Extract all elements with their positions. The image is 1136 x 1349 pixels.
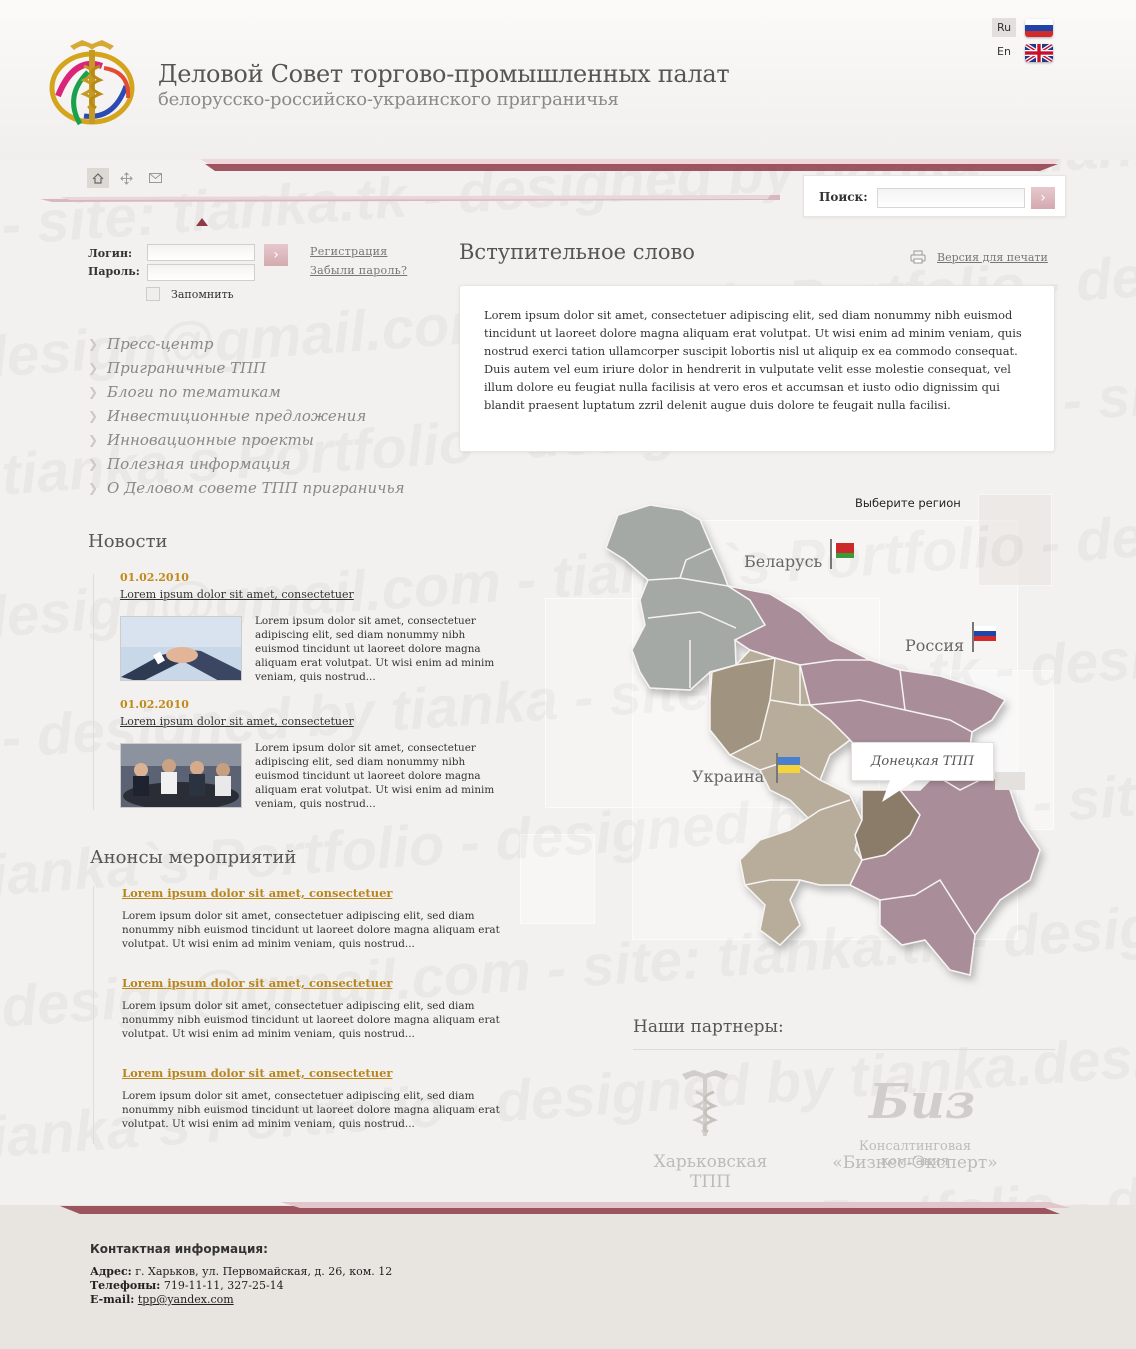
chevron-right-icon: ❯ xyxy=(88,433,99,447)
chevron-right-icon: ❯ xyxy=(88,409,99,423)
search-input[interactable] xyxy=(877,188,1025,208)
password-label: Пароль: xyxy=(88,265,140,278)
news-divider xyxy=(93,574,94,810)
partners-divider xyxy=(633,1049,1055,1050)
home-icon[interactable] xyxy=(87,168,109,188)
uk-flag-icon[interactable] xyxy=(1025,44,1053,62)
chevron-right-icon: ❯ xyxy=(88,457,99,471)
region-tooltip[interactable]: Донецкая ТПП xyxy=(851,742,994,781)
login-toggle-icon[interactable] xyxy=(196,218,208,226)
mail-icon[interactable] xyxy=(144,168,166,188)
menu-item-innovation[interactable]: ❯ Инновационные проекты xyxy=(88,428,405,452)
country-label-russia[interactable]: Россия xyxy=(905,636,964,655)
news-heading: Новости xyxy=(88,531,168,552)
print-version-link[interactable]: Версия для печати xyxy=(937,251,1048,264)
news-title-link[interactable]: Lorem ipsum dolor sit amet, consectetuer xyxy=(120,588,354,601)
side-menu: ❯ Пресс-центр ❯ Приграничные ТПП ❯ Блоги по… xyxy=(88,332,405,500)
chamber-logo[interactable] xyxy=(44,36,140,128)
country-label-ukraine[interactable]: Украина xyxy=(692,767,764,786)
remember-checkbox[interactable] xyxy=(146,287,160,301)
chevron-right-icon: ❯ xyxy=(88,385,99,399)
forgot-password-link[interactable]: Забыли пароль? xyxy=(310,264,407,277)
event-title-link[interactable]: Lorem ipsum dolor sit amet, consectetuer xyxy=(122,1066,392,1080)
contact-address: Адрес: г. Харьков, ул. Первомайская, д. … xyxy=(90,1265,392,1278)
news-excerpt: Lorem ipsum dolor sit amet, consectetuer… xyxy=(255,615,495,683)
chevron-right-icon: ❯ xyxy=(88,481,99,495)
contact-heading: Контактная информация: xyxy=(90,1242,268,1256)
menu-item-useful-info[interactable]: ❯ Полезная информация xyxy=(88,452,405,476)
chevron-right-icon: ❯ xyxy=(88,361,99,375)
login-label: Логин: xyxy=(88,247,133,260)
russia-flag-icon[interactable] xyxy=(1025,19,1053,37)
search-button[interactable]: › xyxy=(1031,187,1055,209)
partner-name[interactable]: «Бизнес-Эксперт» xyxy=(826,1153,1004,1173)
russia-map-flag-icon[interactable] xyxy=(970,622,1000,652)
business-expert-logo-text: Бизнес Эксперт xyxy=(867,1074,975,1128)
intro-text: Lorem ipsum dolor sit amet, consectetuer… xyxy=(484,308,1022,412)
menu-item-investment[interactable]: ❯ Инвестиционные предложения xyxy=(88,404,405,428)
address-value: г. Харьков, ул. Первомайская, д. 26, ком… xyxy=(135,1265,393,1278)
tooltip-shadow xyxy=(995,772,1025,790)
register-link[interactable]: Регистрация xyxy=(310,245,388,258)
events-divider xyxy=(93,886,94,1144)
news-excerpt: Lorem ipsum dolor sit amet, consectetuer… xyxy=(255,742,495,810)
password-input[interactable] xyxy=(147,264,255,281)
kharkiv-chamber-logo[interactable] xyxy=(678,1068,732,1138)
event-excerpt: Lorem ipsum dolor sit amet, consectetuer… xyxy=(122,1090,500,1130)
phones-value: 719-11-11, 327-25-14 xyxy=(163,1279,284,1292)
footer-stripes xyxy=(60,1202,1070,1214)
partners-heading: Наши партнеры: xyxy=(633,1017,784,1037)
login-button[interactable]: › xyxy=(264,244,288,266)
email-label: E-mail: xyxy=(90,1293,135,1306)
business-expert-logo[interactable]: Бизнес Эксперт xyxy=(865,1068,975,1128)
news-image-handshake[interactable] xyxy=(120,616,242,681)
contact-email: E-mail: tpp@yandex.com xyxy=(90,1293,234,1306)
lang-en[interactable]: En xyxy=(992,42,1016,61)
news-date: 01.02.2010 xyxy=(120,571,189,584)
phones-label: Телефоны: xyxy=(90,1279,161,1292)
event-excerpt: Lorem ipsum dolor sit amet, consectetuer… xyxy=(122,910,500,950)
menu-item-about[interactable]: ❯ О Деловом совете ТПП приграничья xyxy=(88,476,405,500)
tooltip-pointer xyxy=(882,780,916,802)
email-link[interactable]: tpp@yandex.com xyxy=(138,1293,234,1306)
site-subtitle: белорусско-российско-украинского пригран… xyxy=(158,89,619,110)
events-heading: Анонсы мероприятий xyxy=(90,847,297,868)
partner-name[interactable]: Харьковская ТПП xyxy=(633,1152,788,1192)
login-input[interactable] xyxy=(147,244,255,261)
search-box: Поиск: › xyxy=(803,175,1066,217)
news-title-link[interactable]: Lorem ipsum dolor sit amet, consectetuer xyxy=(120,715,354,728)
ukraine-flag-icon[interactable] xyxy=(774,753,804,783)
printer-icon[interactable] xyxy=(910,250,926,264)
chevron-right-icon: ❯ xyxy=(88,337,99,351)
intro-box: Lorem ipsum dolor sit amet, consectetuer… xyxy=(459,285,1055,452)
belarus-flag-icon[interactable] xyxy=(828,539,858,569)
news-date: 01.02.2010 xyxy=(120,698,189,711)
menu-item-border-chambers[interactable]: ❯ Приграничные ТПП xyxy=(88,356,405,380)
contact-phones: Телефоны: 719-11-11, 327-25-14 xyxy=(90,1279,284,1292)
sitemap-icon[interactable] xyxy=(115,168,137,188)
event-excerpt: Lorem ipsum dolor sit amet, consectetuer… xyxy=(122,1000,500,1040)
remember-label: Запомнить xyxy=(171,288,234,301)
news-image-meeting[interactable] xyxy=(120,743,242,808)
site-title: Деловой Совет торгово-промышленных палат xyxy=(158,60,730,88)
menu-item-blogs[interactable]: ❯ Блоги по тематикам xyxy=(88,380,405,404)
search-label: Поиск: xyxy=(819,190,868,204)
country-label-belarus[interactable]: Беларусь xyxy=(744,552,822,571)
address-label: Адрес: xyxy=(90,1265,132,1278)
event-title-link[interactable]: Lorem ipsum dolor sit amet, consectetuer xyxy=(122,976,392,990)
menu-item-press-center[interactable]: ❯ Пресс-центр xyxy=(88,332,405,356)
lang-ru[interactable]: Ru xyxy=(992,18,1016,37)
intro-heading: Вступительное слово xyxy=(459,240,695,264)
event-title-link[interactable]: Lorem ipsum dolor sit amet, consectetuer xyxy=(122,886,392,900)
